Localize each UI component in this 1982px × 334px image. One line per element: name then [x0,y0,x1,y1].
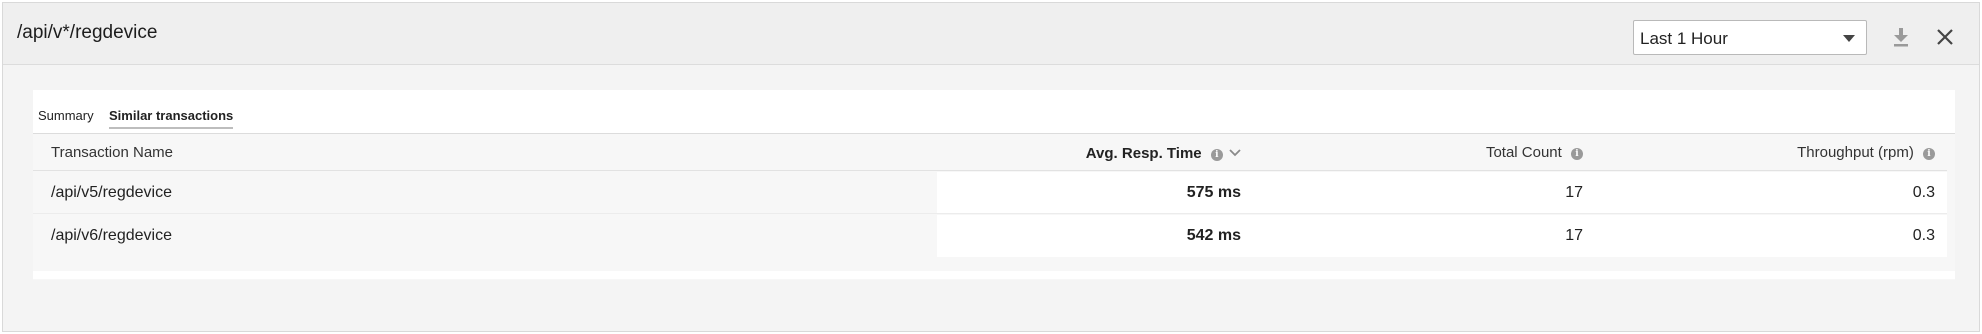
download-icon[interactable] [1891,26,1911,48]
transaction-name-cell[interactable]: /api/v6/regdevice [51,227,172,245]
row-highlight [937,172,1947,213]
tab-summary[interactable]: Summary [38,108,94,127]
column-header-avg-resp-time-label: Avg. Resp. Time [1085,145,1202,162]
column-header-total-count[interactable]: Total Count i [1486,144,1583,161]
column-header-transaction-name[interactable]: Transaction Name [51,144,173,161]
tab-bar: Summary Similar transactions [33,90,1955,134]
close-icon[interactable] [1935,27,1955,47]
table-row[interactable]: /api/v6/regdevice 542 ms 17 0.3 [33,215,1947,257]
row-highlight [937,215,1947,257]
chevron-down-icon [1843,35,1855,42]
tab-similar-transactions[interactable]: Similar transactions [109,108,234,129]
transactions-card: Summary Similar transactions Transaction… [33,90,1955,280]
avg-resp-time-cell: 542 ms [1186,227,1241,244]
table-header: Transaction Name Avg. Resp. Time i Total… [33,135,1947,171]
sort-chevron-down-icon[interactable] [1229,144,1241,161]
page-title: /api/v*/regdevice [17,22,158,43]
info-icon[interactable]: i [1923,148,1935,160]
throughput-cell: 0.3 [1912,184,1935,201]
throughput-cell: 0.3 [1912,227,1935,244]
column-header-avg-resp-time[interactable]: Avg. Resp. Time i [1086,144,1241,162]
avg-resp-time-cell: 575 ms [1186,184,1241,201]
column-header-throughput[interactable]: Throughput (rpm) i [1797,144,1935,161]
column-header-total-count-label: Total Count [1485,144,1562,161]
total-count-cell: 17 [1565,227,1583,244]
column-header-throughput-label: Throughput (rpm) [1797,144,1914,161]
table-row[interactable]: /api/v5/regdevice 575 ms 17 0.3 [33,172,1947,214]
panel-header: /api/v*/regdevice Last 1 Hour [3,3,1979,65]
info-icon[interactable]: i [1571,148,1583,160]
time-range-select[interactable]: Last 1 Hour [1633,20,1867,55]
total-count-cell: 17 [1565,184,1583,201]
time-range-value: Last 1 Hour [1640,29,1728,48]
card-footer [33,271,1955,279]
transaction-details-panel: /api/v*/regdevice Last 1 Hour Summary Si… [2,2,1980,332]
info-icon[interactable]: i [1210,149,1223,161]
transaction-name-cell[interactable]: /api/v5/regdevice [51,184,172,202]
